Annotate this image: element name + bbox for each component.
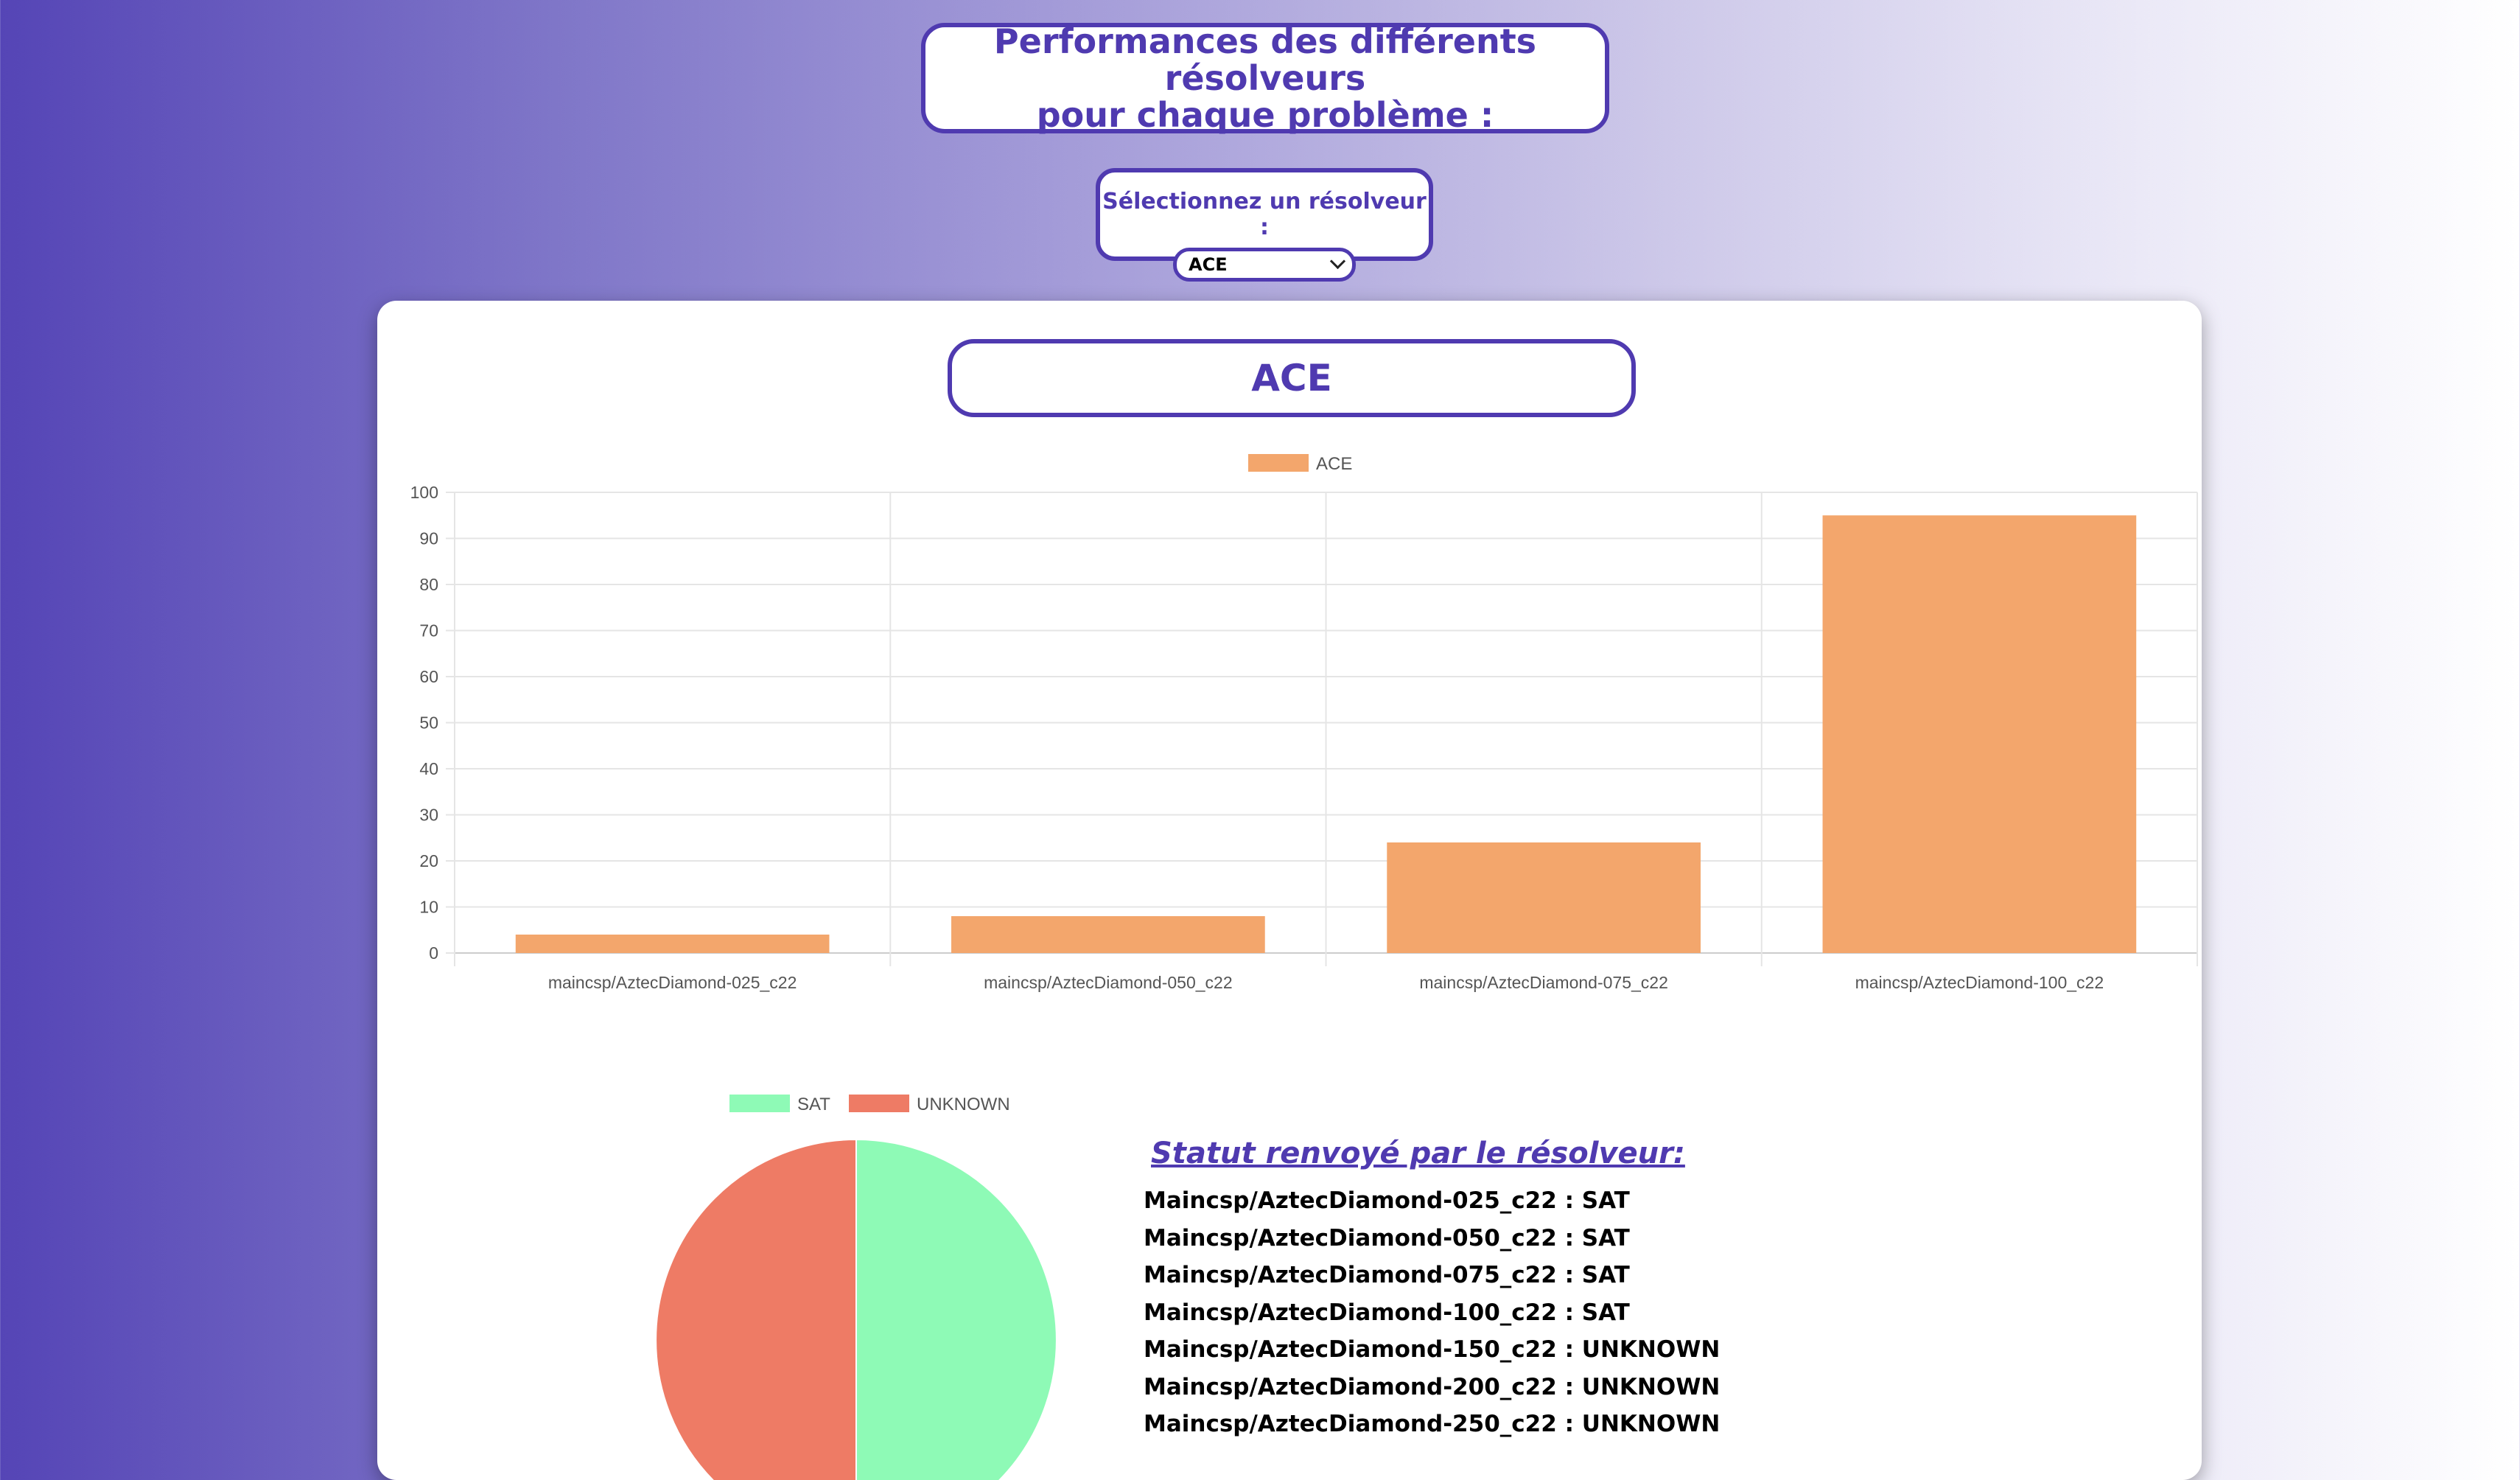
solver-select-value: ACE [1189, 254, 1228, 275]
results-card: ACE ACE 0 10 20 30 40 50 60 70 80 90 100 maincsp/Azt… [377, 301, 2202, 1480]
y-tick-label: 40 [419, 759, 438, 778]
y-tick-label: 60 [419, 667, 438, 686]
y-tick-label: 10 [419, 898, 438, 917]
x-tick-label: maincsp/AztecDiamond-075_c22 [1419, 973, 1668, 992]
page-title: Performances des différents résolveurs p… [921, 23, 1609, 133]
solver-title: ACE [948, 339, 1636, 417]
x-tick-label: maincsp/AztecDiamond-050_c22 [984, 973, 1233, 992]
y-tick-label: 100 [410, 483, 438, 502]
legend-label-sat: SAT [797, 1095, 830, 1114]
y-tick-label: 90 [419, 529, 438, 548]
solver-select[interactable]: ACE [1173, 248, 1356, 282]
status-line: Maincsp/AztecDiamond-075_c22 : SAT [1144, 1262, 1630, 1288]
status-line: Maincsp/AztecDiamond-025_c22 : SAT [1144, 1187, 1630, 1214]
y-tick-label: 70 [419, 621, 438, 640]
pie-slice-unknown [655, 1138, 857, 1480]
y-tick-label: 20 [419, 851, 438, 870]
bar-chart: ACE 0 10 20 30 40 50 60 70 80 90 100 maincsp/AztecDi… [410, 454, 2198, 992]
legend-swatch-unknown [849, 1095, 909, 1112]
bar-4 [1822, 515, 2137, 953]
pie-chart: SAT UNKNOWN [655, 1095, 1057, 1480]
y-tick-label: 0 [429, 943, 438, 963]
y-tick-label: 50 [419, 713, 438, 733]
x-tick-label: maincsp/AztecDiamond-025_c22 [548, 973, 797, 992]
status-line: Maincsp/AztecDiamond-100_c22 : SAT [1144, 1299, 1630, 1326]
page-title-line-1: Performances des différents résolveurs [993, 21, 1537, 98]
legend-label-unknown: UNKNOWN [917, 1095, 1010, 1114]
status-section: Statut renvoyé par le résolveur: Maincsp… [1144, 1137, 1720, 1443]
solver-selector-label: Sélectionnez un résolveur : [1102, 189, 1427, 240]
bar-1 [515, 935, 830, 953]
status-heading: Statut renvoyé par le résolveur: [1151, 1137, 1685, 1170]
legend-swatch-sat [729, 1095, 790, 1112]
bar-2 [951, 916, 1265, 953]
chevron-down-icon [1329, 253, 1346, 270]
y-tick-label: 80 [419, 575, 438, 594]
bar-3 [1387, 842, 1701, 953]
status-line: Maincsp/AztecDiamond-050_c22 : SAT [1144, 1224, 1630, 1252]
status-line: Maincsp/AztecDiamond-200_c22 : UNKNOWN [1144, 1373, 1721, 1400]
pie-slice-sat [855, 1138, 1057, 1480]
status-line: Maincsp/AztecDiamond-250_c22 : UNKNOWN [1144, 1411, 1721, 1437]
x-tick-label: maincsp/AztecDiamond-100_c22 [1855, 973, 2104, 992]
status-line: Maincsp/AztecDiamond-150_c22 : UNKNOWN [1144, 1336, 1721, 1363]
page-title-line-2: pour chaque problème : [1036, 95, 1494, 135]
legend-swatch-ace [1248, 454, 1309, 472]
y-tick-label: 30 [419, 806, 438, 825]
solver-selector-panel: Sélectionnez un résolveur : ACE [1096, 168, 1433, 282]
legend-label-ace: ACE [1316, 454, 1352, 474]
status-list: Maincsp/AztecDiamond-025_c22 : SAT Maincs… [1144, 1182, 1720, 1443]
